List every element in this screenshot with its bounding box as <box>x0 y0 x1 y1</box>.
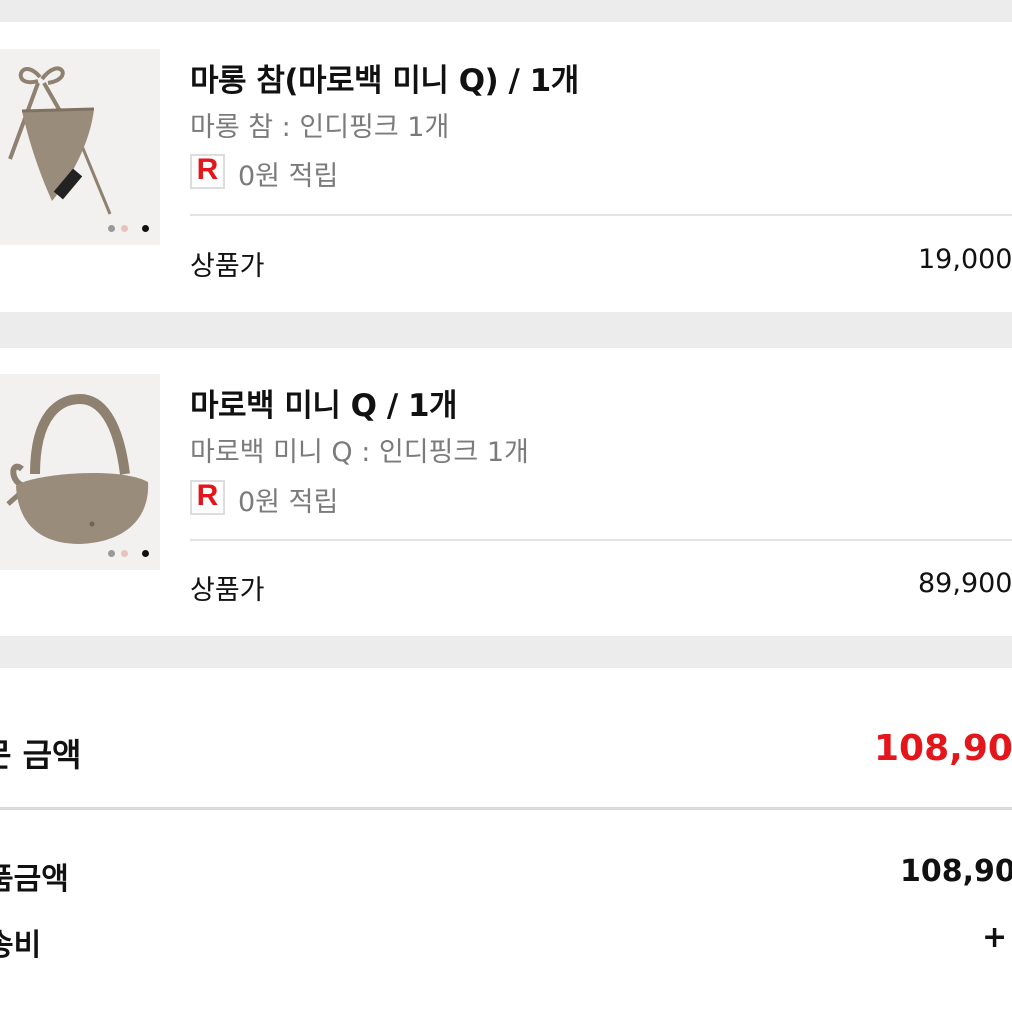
charm-bag-image <box>8 66 112 215</box>
product-thumbnail[interactable] <box>0 374 160 570</box>
carousel-dot[interactable] <box>108 225 115 232</box>
cart-item-2: 마로백 미니 Q / 1개 마로백 미니 Q : 인디핑크 1개 R 0원 적립… <box>0 348 1012 636</box>
price-value: 89,900 <box>918 568 1012 599</box>
price-value: 19,000 <box>918 244 1012 275</box>
carousel-dot[interactable] <box>121 225 128 232</box>
shipping-value: + <box>982 920 1008 955</box>
divider <box>190 214 1012 216</box>
carousel-dot-active[interactable] <box>142 550 149 557</box>
price-label: 상품가 <box>190 251 265 282</box>
order-summary: 문 금액 108,900 품금액 108,900 송비 + <box>0 668 1012 1012</box>
reward-icon: R <box>190 479 225 515</box>
reward-text: 0원 적립 <box>238 487 339 518</box>
item-separator <box>0 312 1012 348</box>
product-option: 마로백 미니 Q : 인디핑크 1개 <box>190 437 529 468</box>
carousel-dot[interactable] <box>121 550 128 557</box>
product-option: 마롱 참 : 인디핑크 1개 <box>190 112 450 143</box>
product-title[interactable]: 마롱 참(마로백 미니 Q) / 1개 <box>190 55 579 100</box>
cart-item-1: 마롱 참(마로백 미니 Q) / 1개 마롱 참 : 인디핑크 1개 R 0원 … <box>0 22 1012 312</box>
carousel-dot[interactable] <box>108 550 115 557</box>
product-title[interactable]: 마로백 미니 Q / 1개 <box>190 380 458 425</box>
total-value: 108,900 <box>874 728 1012 769</box>
summary-separator <box>0 636 1012 668</box>
reward-icon: R <box>190 153 225 189</box>
carousel-dot-active[interactable] <box>142 225 149 232</box>
summary-divider <box>0 807 1012 810</box>
shipping-label: 송비 <box>0 928 42 963</box>
divider <box>190 539 1012 541</box>
shoulder-bag-image <box>6 393 149 544</box>
top-spacer <box>0 0 1012 22</box>
product-thumbnail[interactable] <box>0 49 160 245</box>
reward-text: 0원 적립 <box>238 161 339 192</box>
price-label: 상품가 <box>190 575 265 606</box>
total-label: 문 금액 <box>0 736 82 774</box>
products-amount-value: 108,900 <box>900 854 1012 889</box>
products-amount-label: 품금액 <box>0 862 69 897</box>
